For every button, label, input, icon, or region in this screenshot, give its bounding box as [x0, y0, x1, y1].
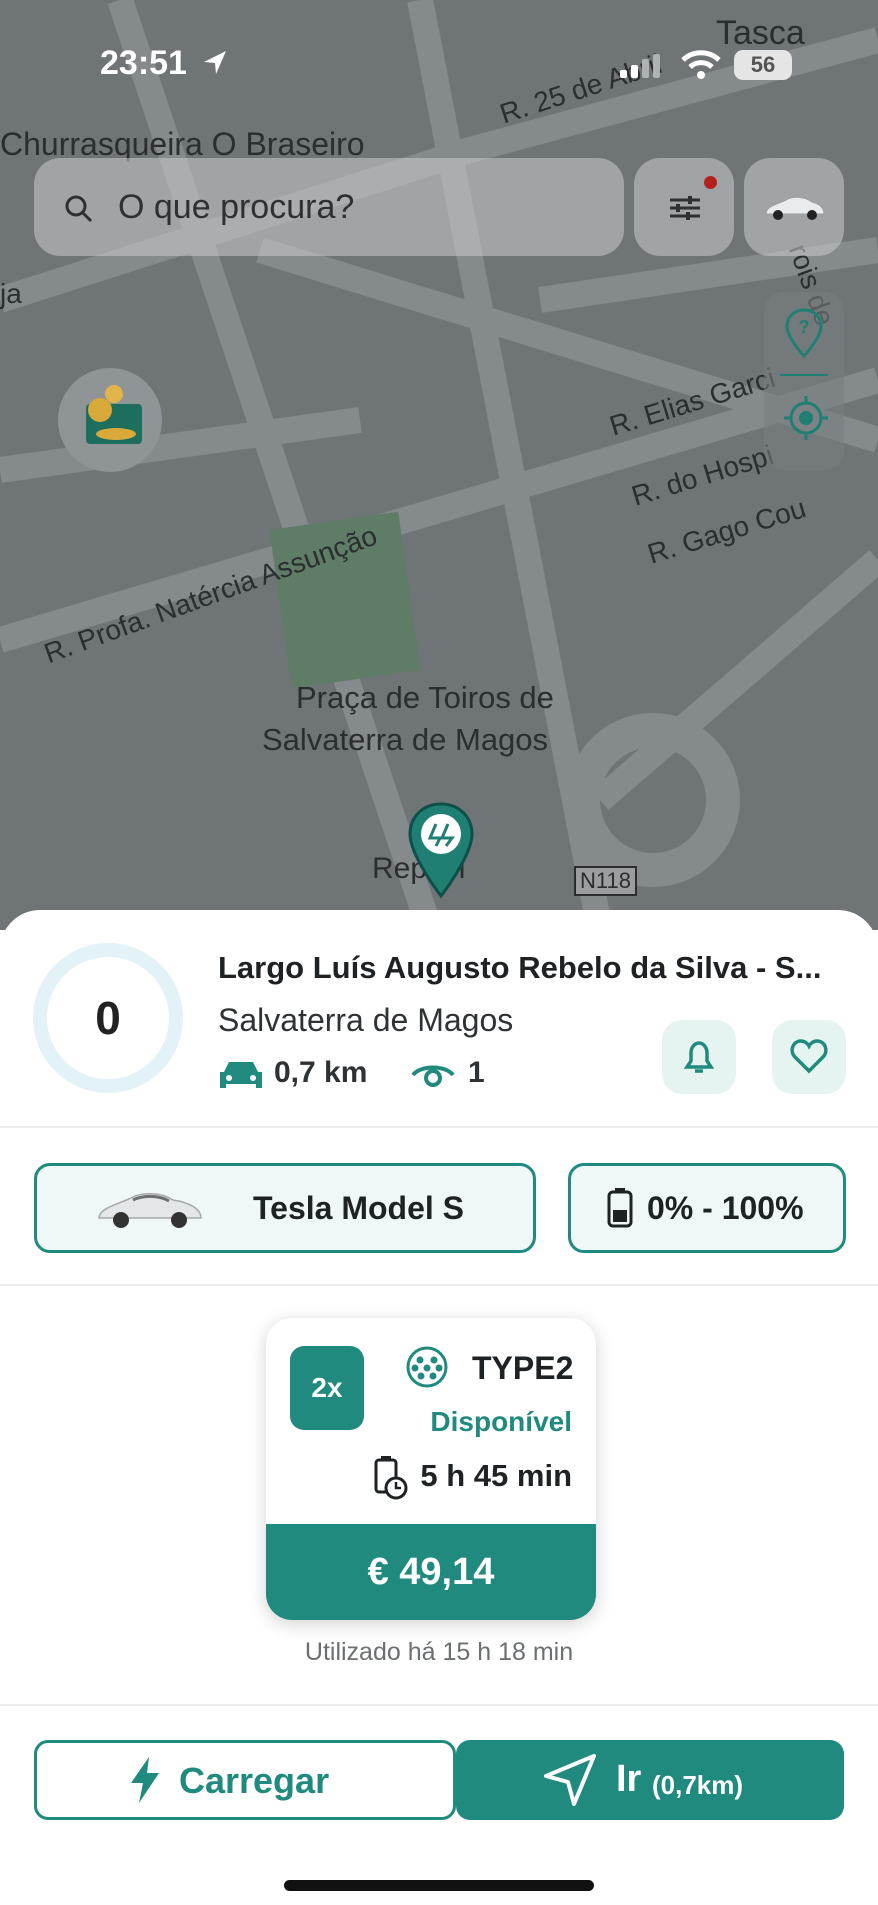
- connector-charge-time: 5 h 45 min: [420, 1458, 572, 1493]
- vehicle-select-button[interactable]: [744, 158, 844, 256]
- rating-value: 0: [95, 992, 121, 1044]
- lightning-icon: [131, 1757, 159, 1803]
- charge-button[interactable]: Carregar: [34, 1740, 456, 1820]
- connector-status: Disponível: [430, 1406, 572, 1437]
- eye-icon: [411, 1065, 455, 1087]
- connector-card[interactable]: 2x TYPE2 Disponível 5 h 45 min € 49,14: [266, 1318, 596, 1620]
- battery-icon: [607, 1188, 633, 1228]
- help-pin-icon[interactable]: ?: [784, 306, 824, 360]
- search-input[interactable]: O que procura?: [118, 188, 354, 227]
- map-tools-divider: [780, 374, 828, 376]
- divider: [0, 1704, 878, 1706]
- charge-button-label: Carregar: [179, 1760, 330, 1801]
- divider: [0, 1126, 878, 1128]
- last-used-text: Utilizado há 15 h 18 min: [304, 1638, 574, 1666]
- search-bar[interactable]: O que procura?: [34, 158, 624, 256]
- connector-price: € 49,14: [266, 1524, 596, 1620]
- charger-pin-icon[interactable]: [406, 800, 476, 900]
- charge-time-icon: [374, 1456, 408, 1500]
- map-view[interactable]: Tasca Churrasqueira O Braseiro R. 25 de …: [0, 0, 878, 930]
- map-tools: ?: [764, 292, 844, 470]
- map-place-praca-2[interactable]: Salvaterra de Magos: [262, 722, 548, 758]
- navigate-button-label: Ir: [616, 1758, 642, 1800]
- navigate-icon: [544, 1754, 596, 1806]
- car-icon: [98, 1193, 202, 1228]
- divider: [0, 1284, 878, 1286]
- status-time: 23:51: [100, 44, 187, 82]
- filter-active-dot: [704, 176, 717, 189]
- notify-button[interactable]: [662, 1020, 736, 1094]
- crosshair-icon[interactable]: [784, 396, 828, 440]
- connector-type: TYPE2: [472, 1350, 574, 1386]
- station-name: Largo Luís Augusto Rebelo da Silva - S..…: [218, 950, 822, 985]
- signal-icon: [620, 54, 660, 78]
- station-views: 1: [468, 1056, 485, 1089]
- station-city: Salvaterra de Magos: [218, 1002, 514, 1038]
- plug-type2-icon: [406, 1346, 448, 1388]
- heart-icon: [790, 1039, 828, 1074]
- vehicle-label: Tesla Model S: [253, 1190, 465, 1226]
- filter-button[interactable]: [634, 158, 734, 256]
- map-place-praca-1[interactable]: Praça de Toiros de: [296, 680, 554, 716]
- status-bar: 23:51 56: [0, 0, 878, 120]
- search-icon: [65, 195, 93, 223]
- favorite-button[interactable]: [772, 1020, 846, 1094]
- battery-indicator: 56: [734, 50, 792, 80]
- svg-text:?: ?: [799, 317, 810, 337]
- car-icon: [765, 196, 825, 220]
- navigate-button[interactable]: Ir (0,7km): [456, 1740, 844, 1820]
- connector-quantity: 2x: [290, 1346, 364, 1430]
- home-indicator[interactable]: [284, 1880, 594, 1891]
- station-detail-sheet: 0 Largo Luís Augusto Rebelo da Silva - S…: [0, 910, 878, 1905]
- car-front-icon: [220, 1062, 262, 1088]
- battery-range-button[interactable]: 0% - 100%: [568, 1163, 846, 1253]
- bell-icon: [683, 1041, 715, 1073]
- map-road-code: N118: [574, 866, 637, 896]
- navigate-button-distance: (0,7km): [652, 1770, 744, 1800]
- wifi-icon: [681, 50, 721, 79]
- vehicle-button[interactable]: Tesla Model S: [34, 1163, 536, 1253]
- map-street-ja: ja: [0, 278, 22, 309]
- coins-icon[interactable]: [58, 368, 162, 472]
- filter-icon: [670, 196, 700, 220]
- location-arrow-icon: [204, 51, 226, 74]
- station-distance: 0,7 km: [274, 1056, 368, 1089]
- battery-range-label: 0% - 100%: [647, 1190, 804, 1226]
